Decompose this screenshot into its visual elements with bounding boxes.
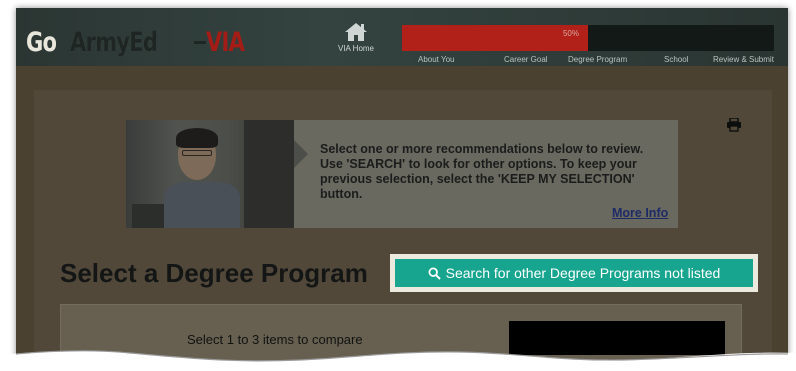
home-icon <box>345 23 367 41</box>
more-info-link[interactable]: More Info <box>612 206 668 220</box>
step-review-submit[interactable]: Review & Submit <box>713 55 774 64</box>
main-content: Select one or more recommendations below… <box>34 90 772 364</box>
step-degree-program[interactable]: Degree Program <box>568 55 627 64</box>
banner-instructions: Select one or more recommendations below… <box>320 142 644 201</box>
info-banner: Select one or more recommendations below… <box>126 120 678 228</box>
search-other-programs-button[interactable]: Search for other Degree Programs not lis… <box>395 259 753 287</box>
progress-bar: 50% <box>402 25 774 51</box>
step-school[interactable]: School <box>664 55 688 64</box>
advisor-photo <box>126 120 294 228</box>
banner-pointer <box>294 140 308 168</box>
logo-dash <box>194 41 206 44</box>
step-nav: About You Career Goal Degree Program Sch… <box>402 55 788 67</box>
step-career-goal[interactable]: Career Goal <box>504 55 548 64</box>
screenshot-frame: Go ArmyEd VIA VIA Home 50% About You Car… <box>16 8 788 364</box>
search-button-highlight: Search for other Degree Programs not lis… <box>390 254 758 292</box>
page-title: Select a Degree Program <box>60 258 368 288</box>
search-icon <box>428 266 441 280</box>
logo[interactable]: Go ArmyEd VIA <box>26 18 254 58</box>
via-home-label: VIA Home <box>337 44 374 53</box>
via-home-link[interactable]: VIA Home <box>330 22 382 53</box>
printer-icon[interactable] <box>726 117 742 137</box>
header: Go ArmyEd VIA VIA Home 50% About You Car… <box>16 8 788 66</box>
logo-armyed: ArmyEd <box>70 27 158 58</box>
step-about-you[interactable]: About You <box>418 55 454 64</box>
torn-edge <box>0 350 796 371</box>
progress-percent: 50% <box>562 29 579 38</box>
logo-go: Go <box>26 27 57 58</box>
logo-via: VIA <box>206 27 245 58</box>
search-button-label: Search for other Degree Programs not lis… <box>445 265 721 281</box>
